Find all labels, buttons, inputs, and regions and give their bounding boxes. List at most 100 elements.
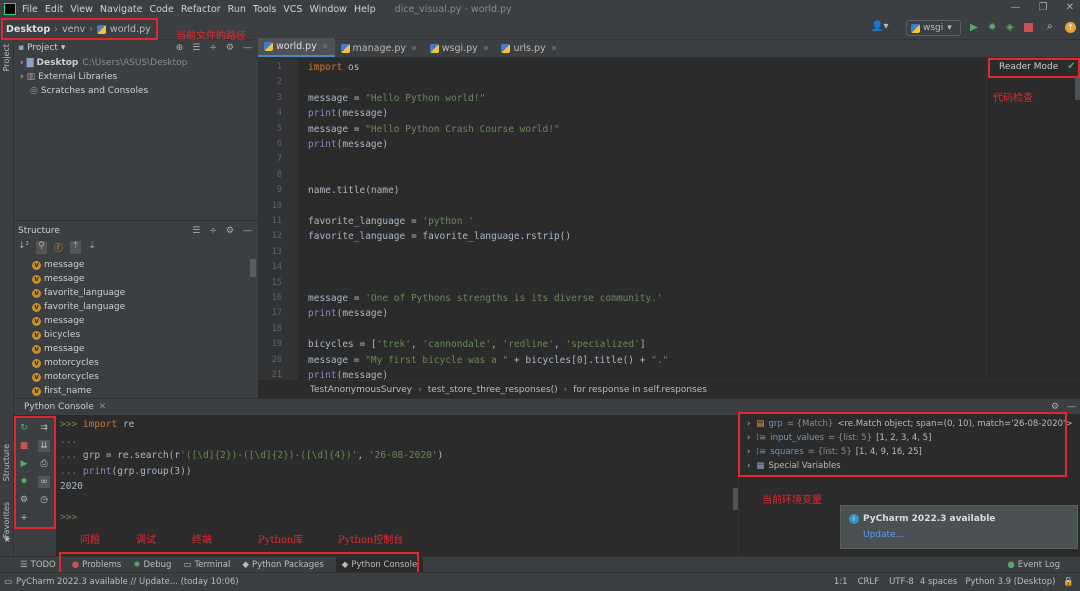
line-separator[interactable]: CRLF — [858, 577, 879, 587]
update-link[interactable]: Update... — [863, 530, 904, 540]
close-tab-icon[interactable]: ✕ — [551, 44, 558, 53]
todo-tool-button[interactable]: ☰ TODO — [20, 560, 56, 570]
tab-manage-py[interactable]: manage.py ✕ — [335, 40, 424, 57]
tree-item-desktop[interactable]: › ▇ Desktop C:\Users\ASUS\Desktop — [14, 56, 258, 70]
layout-icon[interactable]: ▭ — [4, 577, 12, 587]
console-line: >>> import re — [60, 419, 135, 430]
user-icon[interactable]: 👤▾ — [871, 21, 888, 32]
tab-wsgi-py[interactable]: wsgi.py ✕ — [424, 40, 496, 57]
console-scrollbar[interactable] — [733, 488, 738, 510]
code-line[interactable]: import os — [308, 62, 360, 73]
code-line[interactable]: print(message) — [308, 370, 388, 380]
tree-item-scratches[interactable]: ◎ Scratches and Consoles — [14, 84, 258, 98]
event-log-button[interactable]: ● Event Log — [1007, 560, 1060, 570]
minimize-icon[interactable]: — — [1011, 2, 1021, 13]
lock-icon[interactable]: 🔒 — [1063, 577, 1074, 587]
settings-icon[interactable]: ⚙ — [1051, 402, 1059, 412]
interpreter-selector[interactable]: Python 3.9 (Desktop) — [965, 577, 1055, 587]
update-icon[interactable]: ↑ — [1065, 22, 1076, 33]
favorites-side-tab[interactable]: Favorites — [2, 502, 11, 538]
tab-urls-py[interactable]: urls.py ✕ — [495, 40, 563, 57]
file-encoding[interactable]: UTF-8 — [889, 577, 914, 587]
autoscroll-to-source-icon[interactable]: ⇡ — [69, 241, 82, 254]
list-item[interactable]: v message — [14, 342, 258, 356]
code-line[interactable]: bicycles = ['trek', 'cannondale', 'redli… — [308, 339, 646, 350]
tab-world-py[interactable]: world.py ✕ — [258, 38, 335, 57]
code-breadcrumb-method[interactable]: test_store_three_responses() — [428, 385, 558, 395]
show-fields-icon[interactable]: ⚲ — [36, 241, 47, 254]
restore-icon[interactable]: ❐ — [1039, 2, 1048, 13]
close-tab-icon[interactable]: ✕ — [483, 44, 490, 53]
menu-code[interactable]: Code — [149, 4, 173, 15]
hide-icon[interactable]: — — [243, 43, 252, 53]
hide-icon[interactable]: — — [243, 226, 252, 236]
list-item[interactable]: v message — [14, 314, 258, 328]
menu-help[interactable]: Help — [354, 4, 376, 15]
list-item[interactable]: v motorcycles — [14, 370, 258, 384]
list-item[interactable]: v motorcycles — [14, 356, 258, 370]
close-window-icon[interactable]: ✕ — [1066, 2, 1074, 13]
indent-setting[interactable]: 4 spaces — [920, 577, 957, 587]
menu-navigate[interactable]: Navigate — [100, 4, 143, 15]
hide-icon[interactable]: — — [1067, 402, 1076, 412]
code-breadcrumb-loop[interactable]: for response in self.responses — [573, 385, 707, 395]
collapse-icon[interactable]: ☰ — [192, 226, 200, 236]
list-item[interactable]: v favorite_language — [14, 300, 258, 314]
code-line[interactable]: message = 'One of Pythons strengths is i… — [308, 293, 663, 304]
coverage-icon[interactable]: ◈ — [1006, 22, 1014, 33]
tree-item-external-libraries[interactable]: › ▥ External Libraries — [14, 70, 258, 84]
menu-refactor[interactable]: Refactor — [181, 4, 221, 15]
stop-icon[interactable] — [1024, 23, 1033, 32]
show-inherited-icon[interactable]: ⓕ — [54, 241, 63, 254]
code-line[interactable]: message = "My first bicycle was a " + bi… — [308, 355, 668, 366]
search-icon[interactable]: ⌕ — [1047, 21, 1053, 32]
menu-tools[interactable]: Tools — [253, 4, 276, 15]
code-line[interactable]: print(message) — [308, 139, 388, 150]
settings-icon[interactable]: ⚙ — [226, 226, 234, 236]
autoscroll-from-source-icon[interactable]: ⇣ — [88, 241, 96, 254]
menu-edit[interactable]: Edit — [45, 4, 63, 15]
structure-side-tab[interactable]: Structure — [2, 444, 11, 481]
debug-icon[interactable]: ✹ — [988, 22, 996, 33]
code-line[interactable]: print(message) — [308, 108, 388, 119]
project-side-tab[interactable]: Project — [2, 44, 11, 71]
console-tab[interactable]: Python Console — [24, 402, 94, 412]
list-item[interactable]: v bicycles — [14, 328, 258, 342]
menu-view[interactable]: View — [70, 4, 93, 15]
packages-annotation: Python库 — [258, 535, 304, 546]
editor-scrollbar[interactable] — [1075, 78, 1080, 100]
close-tab-icon[interactable]: ✕ — [411, 44, 418, 53]
console-output[interactable]: >>> import re... ... grp = re.search(r'([… — [60, 419, 730, 528]
project-panel-title[interactable]: Project — [27, 43, 58, 53]
code-line[interactable]: name.title(name) — [308, 185, 400, 196]
menu-vcs[interactable]: VCS — [283, 4, 302, 15]
caret-position[interactable]: 1:1 — [834, 577, 848, 587]
code-breadcrumb-class[interactable]: TestAnonymousSurvey — [310, 385, 412, 395]
menu-file[interactable]: File — [22, 4, 38, 15]
code-editor[interactable]: import os message = "Hello Python world!"… — [298, 58, 986, 380]
close-tab-icon[interactable]: ✕ — [322, 42, 329, 51]
expand-icon[interactable]: ÷ — [209, 226, 217, 236]
collapse-icon[interactable]: ☰ — [192, 43, 200, 53]
run-icon[interactable]: ▶ — [970, 22, 978, 33]
sort-icon[interactable]: ↓² — [18, 241, 29, 254]
status-message[interactable]: PyCharm 2022.3 available // Update... (t… — [16, 577, 239, 587]
list-item[interactable]: v first_name — [14, 384, 258, 398]
star-icon[interactable]: ★ — [3, 535, 11, 545]
list-item[interactable]: v favorite_language — [14, 286, 258, 300]
code-line[interactable]: message = "Hello Python Crash Course wor… — [308, 124, 560, 135]
tree-item-label: Scratches and Consoles — [40, 86, 149, 96]
code-line[interactable]: favorite_language = 'python ' — [308, 216, 474, 227]
locate-icon[interactable]: ⊕ — [176, 43, 184, 53]
list-item[interactable]: v message — [14, 258, 258, 272]
settings-icon[interactable]: ⚙ — [226, 43, 234, 53]
menu-run[interactable]: Run — [228, 4, 246, 15]
list-item[interactable]: v message — [14, 272, 258, 286]
close-tab-icon[interactable]: ✕ — [99, 402, 107, 412]
run-config-select[interactable]: wsgi ▾ — [906, 20, 961, 36]
code-line[interactable]: message = "Hello Python world!" — [308, 93, 485, 104]
menu-window[interactable]: Window — [309, 4, 346, 15]
code-line[interactable]: print(message) — [308, 308, 388, 319]
code-line[interactable]: favorite_language = favorite_language.rs… — [308, 231, 571, 242]
expand-icon[interactable]: ÷ — [209, 43, 217, 53]
